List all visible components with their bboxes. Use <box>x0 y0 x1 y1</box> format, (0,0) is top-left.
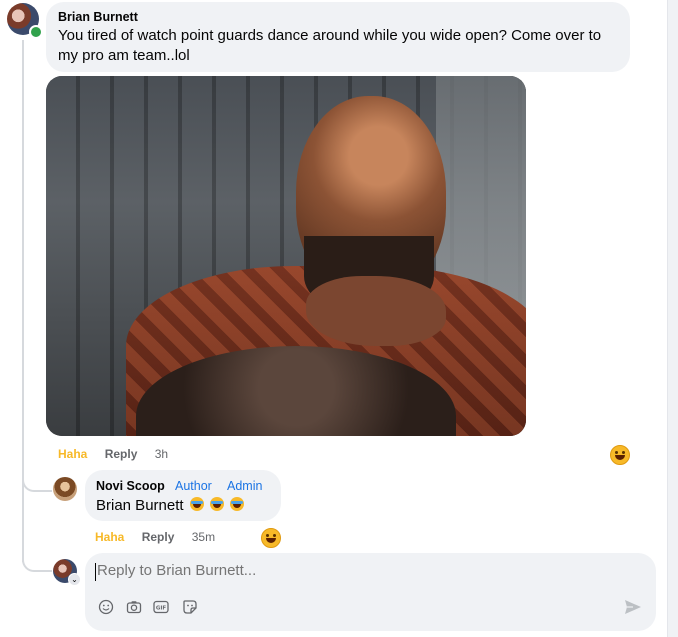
sticker-icon[interactable] <box>182 599 198 615</box>
chevron-down-icon[interactable]: ⌄ <box>68 573 81 586</box>
laughing-emoji-icon[interactable] <box>610 445 630 465</box>
comment-author[interactable]: Brian Burnett <box>58 10 138 24</box>
haha-reaction-button[interactable]: Haha <box>58 447 87 461</box>
haha-reaction-button[interactable]: Haha <box>95 530 124 544</box>
comment-actions: Haha Reply 3h <box>58 447 182 461</box>
author-badge: Author <box>175 479 212 493</box>
reply-composer[interactable]: GIF <box>85 553 656 631</box>
send-icon[interactable] <box>623 597 643 617</box>
svg-text:GIF: GIF <box>156 606 167 612</box>
reply-button[interactable]: Reply <box>142 530 175 544</box>
comment-bubble: Brian Burnett You tired of watch point g… <box>46 2 630 72</box>
thread-connector <box>22 532 52 572</box>
online-status-dot <box>29 25 43 39</box>
comment-text: You tired of watch point guards dance ar… <box>58 27 602 64</box>
reply-input[interactable] <box>97 562 617 579</box>
gif-hand <box>306 276 446 346</box>
admin-badge: Admin <box>227 479 263 493</box>
comment-timestamp[interactable]: 3h <box>155 447 168 461</box>
emoji-icon[interactable] <box>98 599 114 615</box>
laughing-tears-emoji-icon <box>230 497 245 511</box>
avatar[interactable] <box>53 477 77 501</box>
laughing-tears-emoji-icon <box>189 497 204 511</box>
camera-icon[interactable] <box>126 599 142 615</box>
laughing-tears-emoji-icon <box>209 497 224 511</box>
reply-actions: Haha Reply 35m <box>95 530 229 544</box>
scrollbar[interactable] <box>668 0 678 637</box>
comment-gif[interactable] <box>46 76 526 436</box>
laughing-emoji-icon[interactable] <box>261 528 281 548</box>
thread-connector <box>22 450 52 492</box>
text-caret <box>95 563 96 581</box>
reply-timestamp[interactable]: 35m <box>192 530 215 544</box>
reply-button[interactable]: Reply <box>105 447 138 461</box>
reply-author[interactable]: Novi Scoop <box>96 479 165 493</box>
gif-icon[interactable]: GIF <box>153 599 169 615</box>
mention-link[interactable]: Brian Burnett <box>96 497 184 514</box>
reply-text: Brian Burnett <box>96 497 245 514</box>
reply-bubble: Novi Scoop Author Admin Brian Burnett <box>85 470 281 521</box>
